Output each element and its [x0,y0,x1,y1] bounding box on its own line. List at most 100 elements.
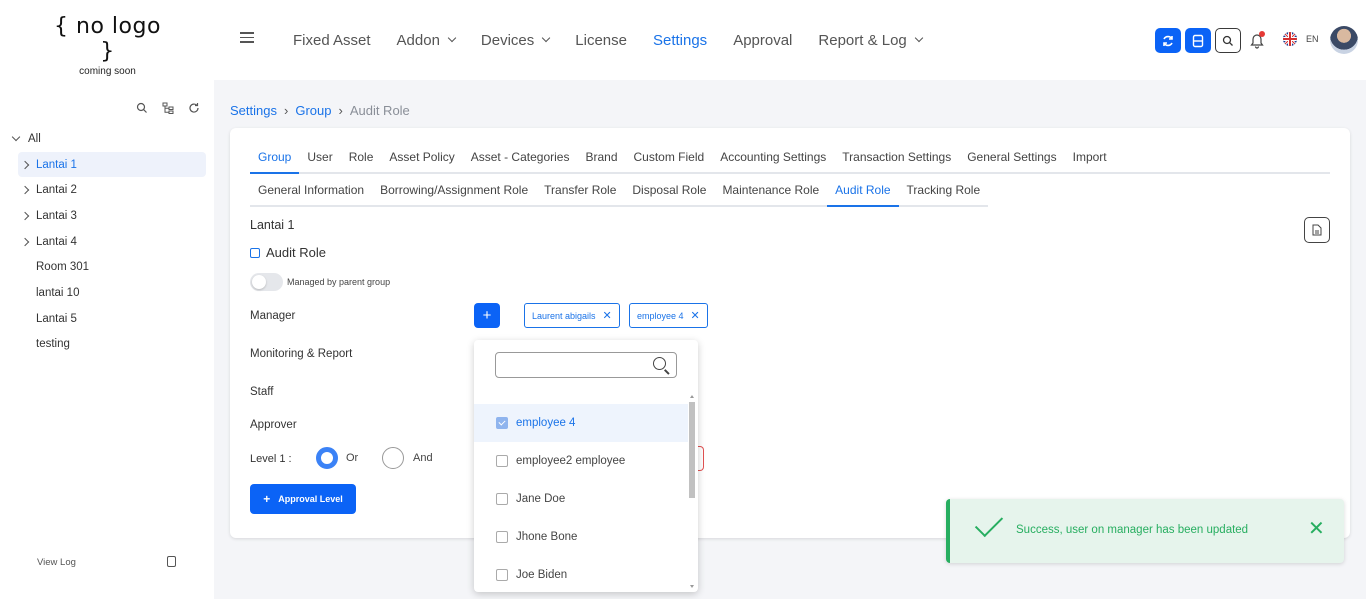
tab-custom-field[interactable]: Custom Field [626,148,713,174]
dropdown-option[interactable]: Jane Doe [474,480,688,518]
tab-role[interactable]: Role [341,148,382,174]
tree-item-label: lantai 10 [36,286,80,299]
dropdown-option[interactable]: Jhone Bone [474,518,688,556]
tree-item-room-301[interactable]: Room 301 [0,254,214,280]
dropdown-option[interactable]: employee2 employee [474,442,688,480]
option-label: Jhone Bone [516,531,578,543]
managed-by-parent-toggle[interactable] [250,273,283,291]
radio-or-label: Or [346,452,359,464]
plus-icon: + [263,492,271,506]
approver-label: Approver [250,419,297,431]
tree-item-testing[interactable]: testing [0,332,214,358]
tab-audit-role[interactable]: Audit Role [827,181,899,207]
radio-and[interactable] [382,447,404,469]
tree-item-lantai-2[interactable]: Lantai 2 [0,177,214,203]
remove-icon[interactable]: ✕ [691,309,700,322]
checkbox[interactable] [496,569,508,581]
refresh-icon[interactable] [188,102,200,114]
chevron-right-icon [20,185,30,195]
remove-icon[interactable]: ✕ [603,309,612,322]
chip-label: employee 4 [637,310,684,321]
tab-disposal-role[interactable]: Disposal Role [624,181,714,207]
breadcrumb: Settings › Group › Audit Role [230,103,410,118]
tree-item-label: Lantai 2 [36,184,77,197]
toggle-label: Managed by parent group [287,277,391,287]
chevron-right-icon [20,237,30,246]
tab-borrowing-assignment-role[interactable]: Borrowing/Assignment Role [372,181,536,207]
logo-subtext: coming soon [79,66,136,77]
settings-card: Group User Role Asset Policy Asset - Cat… [230,128,1350,538]
tab-transfer-role[interactable]: Transfer Role [536,181,624,207]
avatar[interactable] [1330,26,1358,54]
logo[interactable]: { no logo } coming soon [50,14,165,77]
search-icon[interactable] [136,102,148,114]
nav-report-log[interactable]: Report & Log [818,32,924,49]
tab-asset-policy[interactable]: Asset Policy [381,148,462,174]
language-label[interactable]: EN [1306,34,1319,44]
scrollbar-thumb[interactable] [689,402,695,498]
scroll-up-icon[interactable] [690,395,694,398]
view-log-link[interactable]: View Log [37,557,76,568]
add-manager-button[interactable]: + [474,303,500,328]
secondary-tabs: General Information Borrowing/Assignment… [250,181,989,207]
search-button[interactable] [1215,28,1241,53]
tree-root-all[interactable]: All [0,126,214,152]
checkbox[interactable] [496,493,508,505]
chevron-down-icon [542,33,551,43]
toast-message: Success, user on manager has been update… [1016,524,1249,536]
document-button[interactable] [1304,217,1330,243]
nav-settings[interactable]: Settings [653,32,707,49]
option-label: employee 4 [516,417,576,429]
breadcrumb-current: Audit Role [349,103,410,118]
sidebar: All Lantai 1 Lantai 2 Lantai 3 Lantai 4 … [0,80,214,599]
breadcrumb-group[interactable]: Group [295,103,331,118]
nav-addon[interactable]: Addon [397,32,457,49]
radio-or[interactable] [316,447,338,469]
sidebar-toolbar [136,102,200,114]
notification-button[interactable] [1249,31,1265,49]
tree-item-lantai-3[interactable]: Lantai 3 [0,203,214,229]
tab-maintenance-role[interactable]: Maintenance Role [714,181,827,207]
tree-item-label: Lantai 4 [36,235,77,248]
scroll-down-icon[interactable] [690,585,694,588]
tree-item-lantai-5[interactable]: Lantai 5 [0,306,214,332]
tab-transaction-settings[interactable]: Transaction Settings [834,148,959,174]
tab-import[interactable]: Import [1065,148,1115,174]
breadcrumb-settings[interactable]: Settings [230,103,277,118]
server-button[interactable] [1185,28,1211,53]
tab-general-information[interactable]: General Information [250,181,372,207]
nav-devices[interactable]: Devices [481,32,551,49]
checkbox-checked[interactable] [496,417,508,429]
primary-tabs: Group User Role Asset Policy Asset - Cat… [250,148,1330,174]
checkbox[interactable] [496,455,508,467]
nav-license[interactable]: License [575,32,627,49]
hierarchy-icon[interactable] [162,102,174,114]
tree-item-lantai-4[interactable]: Lantai 4 [0,229,214,255]
tab-general-settings[interactable]: General Settings [959,148,1064,174]
add-approval-level-button[interactable]: + Approval Level [250,484,356,514]
nav-fixed-asset[interactable]: Fixed Asset [293,32,371,49]
dropdown-option[interactable]: Joe Biden [474,556,688,592]
checkbox[interactable] [496,531,508,543]
tab-accounting-settings[interactable]: Accounting Settings [712,148,834,174]
menu-icon[interactable] [240,32,254,44]
tab-user[interactable]: User [299,148,340,174]
chevron-right-icon [20,160,30,169]
sync-button[interactable] [1155,28,1181,53]
tree-item-lantai-1[interactable]: Lantai 1 [18,151,206,178]
tree-item-lantai-10[interactable]: lantai 10 [0,280,214,306]
tab-tracking-role[interactable]: Tracking Role [899,181,989,207]
document-icon[interactable] [167,556,176,567]
uk-flag-icon[interactable] [1283,32,1297,46]
nav-approval[interactable]: Approval [733,32,792,49]
section-title: Audit Role [250,245,326,260]
dropdown-option[interactable]: employee 4 [474,404,688,442]
tab-brand[interactable]: Brand [577,148,625,174]
dropdown-scrollbar[interactable] [688,392,697,590]
dropdown-search-input[interactable] [495,352,677,378]
tab-group[interactable]: Group [250,148,300,174]
section-title-text: Audit Role [266,245,326,260]
tab-asset-categories[interactable]: Asset - Categories [463,148,578,174]
close-icon[interactable]: ✕ [1308,519,1325,539]
tree-item-label: Lantai 1 [36,158,77,171]
